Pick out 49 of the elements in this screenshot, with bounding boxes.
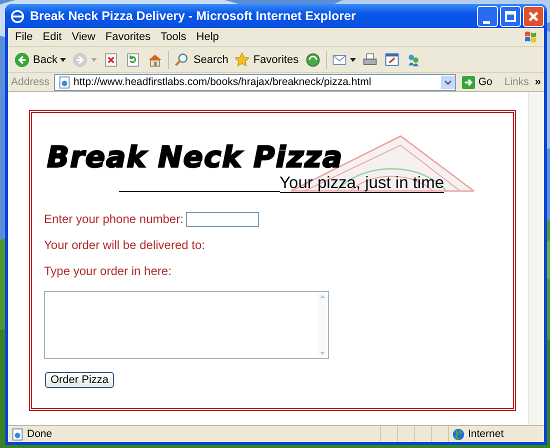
dropdown-button[interactable]: [441, 76, 456, 88]
menu-item[interactable]: Favorites: [100, 31, 156, 43]
order-field[interactable]: [44, 291, 329, 359]
delivery-label: Your order will be delivered to:: [44, 238, 205, 252]
logo-text: Break Neck Pizza: [47, 140, 344, 174]
caret-icon: [350, 58, 356, 62]
scroll-down-icon: [319, 351, 326, 356]
order-pizza-button[interactable]: Order Pizza: [45, 372, 114, 388]
caret-icon: [60, 58, 66, 62]
address-field[interactable]: http://www.headfirstlabs.com/books/hrajax/breakneck/pizza.html: [54, 74, 456, 90]
printer-icon: [362, 52, 378, 68]
star-icon: [234, 52, 250, 68]
menu-item[interactable]: View: [66, 31, 100, 43]
maximize-button[interactable]: [500, 6, 521, 26]
page-icon: [58, 76, 71, 88]
stop-icon: [103, 52, 120, 68]
page-icon: [11, 428, 24, 440]
caret-icon: [91, 58, 98, 62]
menu-item[interactable]: File: [10, 31, 38, 43]
order-label: Type your order in here:: [44, 264, 172, 278]
close-button[interactable]: [523, 6, 544, 26]
refresh-icon: [125, 52, 142, 68]
globe-icon: [452, 428, 465, 440]
zone-text: Internet: [468, 428, 504, 440]
url-text: http://www.headfirstlabs.com/books/hrajax/breakneck/pizza.html: [74, 76, 372, 88]
favorites-button[interactable]: Favorites: [231, 48, 302, 70]
arrow-icon: [462, 76, 476, 88]
menu-item[interactable]: Tools: [156, 31, 192, 43]
scroll-up-icon: [319, 294, 326, 299]
menu-item[interactable]: Edit: [38, 31, 67, 43]
more-chevron[interactable]: »: [534, 76, 541, 88]
go-button[interactable]: Go: [456, 76, 504, 88]
search-button[interactable]: Search: [171, 48, 232, 70]
phone-field[interactable]: [186, 212, 260, 226]
edit-icon: [384, 52, 400, 68]
maximize-icon: [504, 10, 517, 22]
media-icon: [304, 52, 321, 68]
status-text: Done: [27, 428, 52, 440]
minimize-button[interactable]: [477, 6, 498, 26]
phone-label: Enter your phone number:: [44, 212, 184, 226]
close-icon: [527, 10, 540, 22]
browser-icon: [10, 8, 25, 24]
address-label: Address: [11, 76, 50, 88]
window-title: Break Neck Pizza Delivery - Microsoft Internet Explorer: [30, 9, 357, 23]
minimize-icon: [483, 20, 490, 24]
menu-item[interactable]: Help: [191, 31, 224, 43]
tagline: Your pizza, just in time: [280, 174, 444, 193]
search-icon: [174, 52, 190, 68]
back-button[interactable]: Back: [11, 48, 70, 70]
